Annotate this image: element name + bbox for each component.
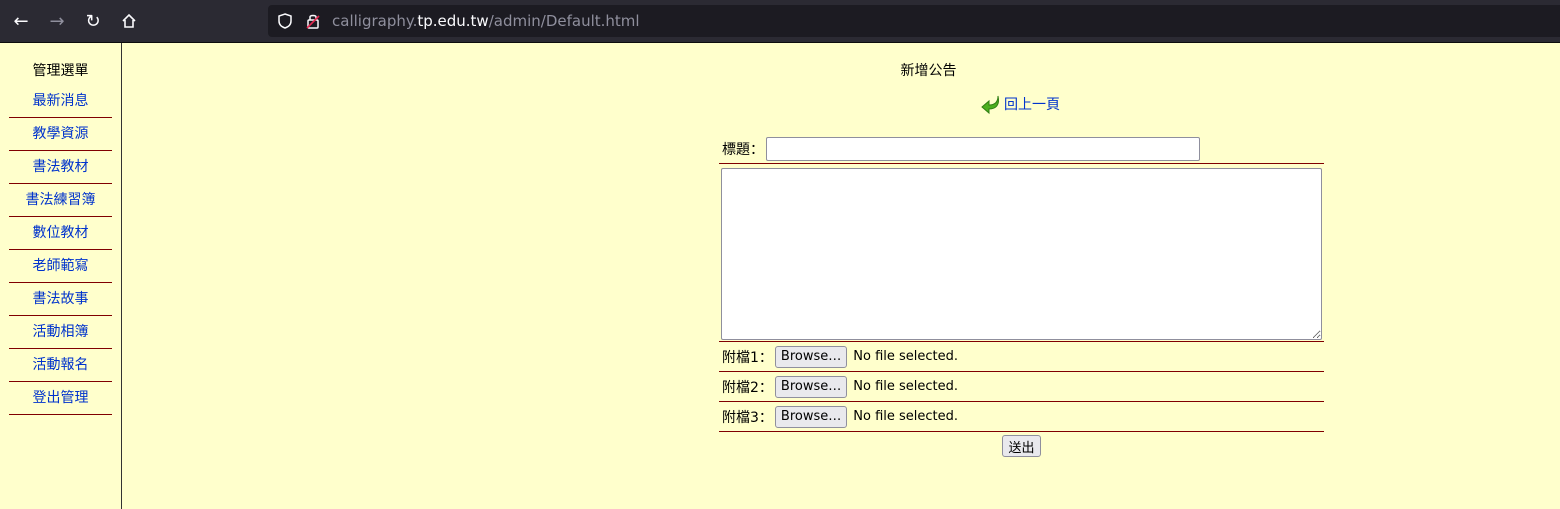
browser-toolbar: ← → ↻ calligraphy.tp.edu.tw/admin/Defaul… xyxy=(0,0,1560,43)
file-status: No file selected. xyxy=(853,379,959,394)
back-link-label[interactable]: 回上一頁 xyxy=(1004,94,1060,114)
url-text: calligraphy.tp.edu.tw/admin/Default.html xyxy=(332,12,640,30)
url-bar[interactable]: calligraphy.tp.edu.tw/admin/Default.html xyxy=(268,5,1560,37)
sidebar-item-photo-albums[interactable]: 活動相簿 xyxy=(9,316,112,349)
page-title: 新增公告 xyxy=(900,63,957,79)
url-path: /admin/Default.html xyxy=(488,12,640,30)
sidebar-item-latest-news[interactable]: 最新消息 xyxy=(9,85,112,118)
back-arrow-icon[interactable]: ← xyxy=(6,6,36,36)
browse-button[interactable]: Browse… xyxy=(774,375,848,398)
insecure-lock-icon[interactable] xyxy=(302,13,324,29)
back-link[interactable]: 回上一頁 xyxy=(980,93,1060,115)
sidebar-title: 管理選單 xyxy=(32,63,89,79)
forward-arrow-icon[interactable]: → xyxy=(42,6,72,36)
file-status: No file selected. xyxy=(853,409,959,424)
reload-icon[interactable]: ↻ xyxy=(78,6,108,36)
sidebar-item-teaching-resources[interactable]: 教學資源 xyxy=(9,118,112,151)
sidebar-item-practice-books[interactable]: 書法練習簿 xyxy=(9,184,112,217)
title-input[interactable] xyxy=(766,137,1200,161)
attachment-row-3: 附檔3： Browse… No file selected. xyxy=(719,402,1324,432)
title-label: 標題： xyxy=(722,142,764,158)
browse-button[interactable]: Browse… xyxy=(774,405,848,428)
attachment-row-1: 附檔1： Browse… No file selected. xyxy=(719,342,1324,372)
attachment-row-2: 附檔2： Browse… No file selected. xyxy=(719,372,1324,402)
file-status: No file selected. xyxy=(853,349,959,364)
content-row xyxy=(719,164,1324,342)
sidebar-item-teacher-samples[interactable]: 老師範寫 xyxy=(9,250,112,283)
sidebar-item-calligraphy-materials[interactable]: 書法教材 xyxy=(9,151,112,184)
attachment-label: 附檔1： xyxy=(722,349,773,366)
green-return-arrow-icon[interactable] xyxy=(980,93,1002,115)
sidebar-item-calligraphy-stories[interactable]: 書法故事 xyxy=(9,283,112,316)
shield-icon[interactable] xyxy=(274,13,296,29)
url-host: tp.edu.tw xyxy=(417,12,489,30)
title-row: 標題： xyxy=(719,135,1324,164)
submit-button[interactable]: 送出 xyxy=(1002,435,1041,457)
url-prefix: calligraphy. xyxy=(332,12,418,30)
home-icon[interactable] xyxy=(114,6,144,36)
attachment-label: 附檔2： xyxy=(722,379,773,396)
content-textarea[interactable] xyxy=(721,168,1322,340)
sidebar-item-event-registration[interactable]: 活動報名 xyxy=(9,349,112,382)
attachment-label: 附檔3： xyxy=(722,409,773,426)
browse-button[interactable]: Browse… xyxy=(774,345,848,368)
admin-sidebar: 管理選單 最新消息 教學資源 書法教材 書法練習簿 數位教材 老師範寫 書法故事… xyxy=(0,43,122,509)
main-content: 新增公告 回上一頁 標題： 附檔1： Browse… No file selec… xyxy=(122,43,1560,509)
sidebar-item-digital-materials[interactable]: 數位教材 xyxy=(9,217,112,250)
submit-row: 送出 xyxy=(719,432,1324,457)
sidebar-item-logout[interactable]: 登出管理 xyxy=(9,382,112,415)
announcement-form: 標題： 附檔1： Browse… No file selected. 附檔2： … xyxy=(719,135,1324,457)
